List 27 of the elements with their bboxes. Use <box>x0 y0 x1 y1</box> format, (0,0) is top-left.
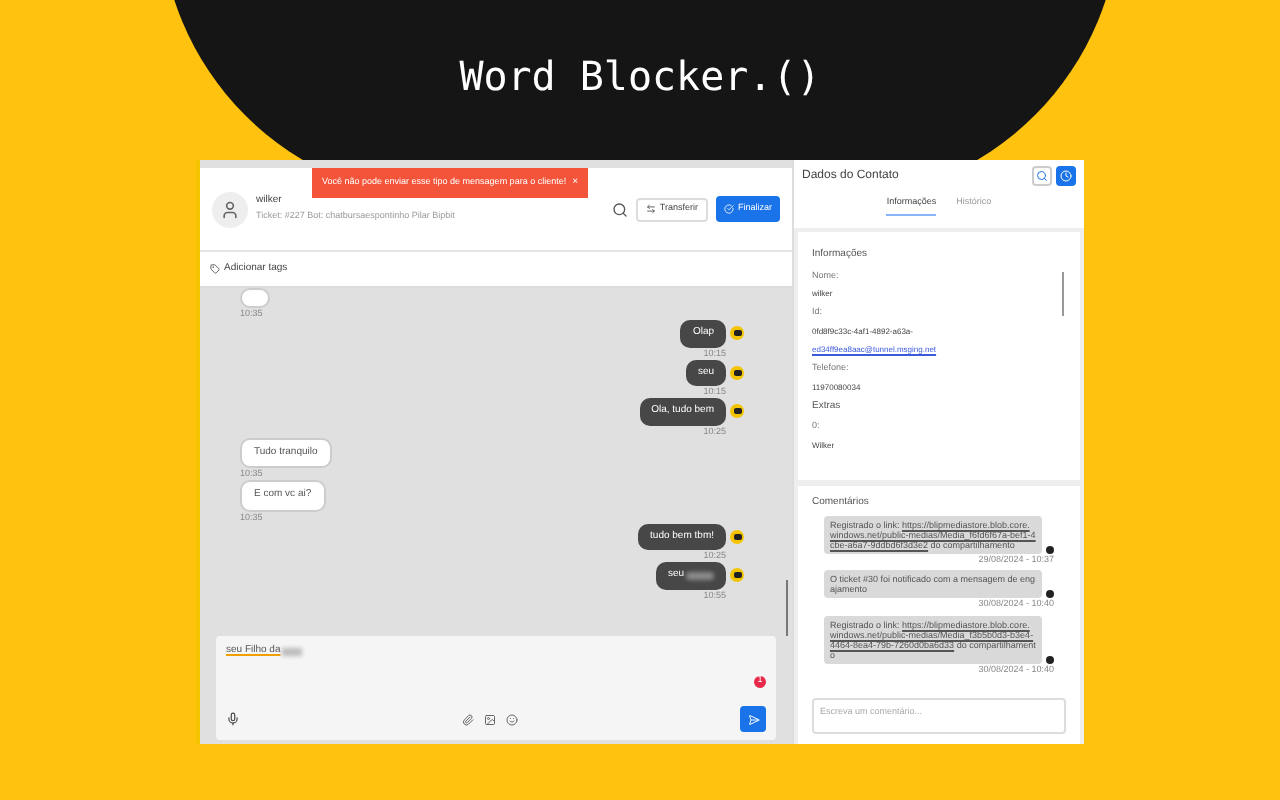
user-avatar-icon <box>1046 590 1054 599</box>
bot-avatar-icon <box>730 326 744 341</box>
clock-icon <box>1060 170 1072 182</box>
search-icon <box>1036 170 1048 182</box>
microphone-icon[interactable] <box>226 712 240 726</box>
bot-avatar-icon <box>730 529 744 544</box>
bot-avatar-icon <box>730 568 744 583</box>
attach-icon[interactable] <box>462 713 474 725</box>
tag-icon <box>210 264 220 274</box>
send-icon <box>747 713 759 725</box>
banner-title: Word Blocker.() <box>459 50 821 104</box>
image-icon[interactable] <box>484 713 496 725</box>
swap-arrows-icon <box>645 204 656 214</box>
scrollbar <box>1061 272 1064 316</box>
avatar-icon <box>212 191 248 227</box>
emoji-icon[interactable] <box>506 713 518 725</box>
bot-avatar-icon <box>730 365 744 380</box>
search-icon[interactable] <box>611 201 628 217</box>
send-button[interactable] <box>740 706 766 732</box>
search-button[interactable] <box>1032 166 1052 186</box>
check-circle-icon <box>723 204 734 214</box>
scrollbar <box>786 580 788 636</box>
user-avatar-icon <box>1046 545 1054 553</box>
history-button[interactable] <box>1056 166 1076 186</box>
bot-avatar-icon <box>730 404 744 419</box>
blurred-text <box>686 571 714 580</box>
user-avatar-icon <box>1046 656 1054 664</box>
